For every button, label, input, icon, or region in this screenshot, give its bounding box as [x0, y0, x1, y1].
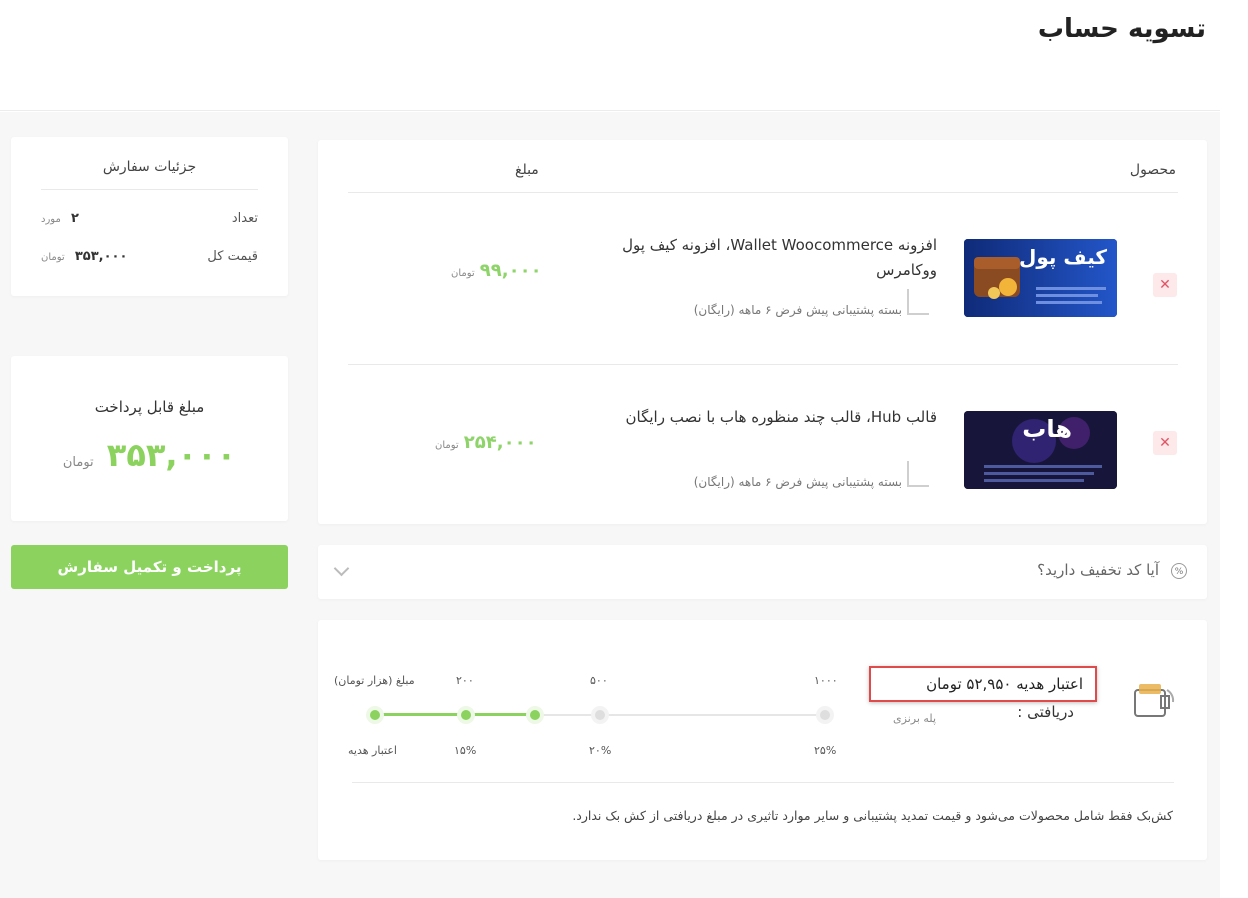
step-percent: ۲۰% — [589, 744, 612, 757]
payable-label: مبلغ قابل پرداخت — [94, 398, 205, 416]
product-price: ۲۵۴,۰۰۰ تومان — [435, 432, 537, 453]
step-amount: ۲۰۰ — [456, 674, 474, 687]
credit-label: اعتبار هدیه — [348, 744, 397, 757]
percent-icon: % — [1171, 563, 1187, 579]
subtitle-arrow-icon — [907, 461, 929, 487]
step-percent: ۲۵% — [814, 744, 837, 757]
product-support-package: بسته پشتیبانی پیش فرض ۶ ماهه (رایگان) — [693, 475, 902, 489]
count-value-group: ۲ مورد — [41, 211, 79, 226]
cashback-tier: پله برنزی — [893, 712, 936, 725]
product-price: ۹۹,۰۰۰ تومان — [451, 260, 542, 281]
progress-fill — [375, 713, 535, 716]
product-thumbnail[interactable]: کیف پول — [964, 239, 1117, 317]
discount-code-toggle[interactable]: % آیا کد تخفیف دارید؟ — [318, 545, 1207, 599]
total-label: قیمت کل — [207, 249, 258, 264]
step-amount: ۱۰۰۰ — [814, 674, 838, 687]
column-header-amount: مبلغ — [515, 162, 539, 178]
progress-current-dot — [530, 710, 540, 720]
summary-title: جزئیات سفارش — [102, 159, 197, 175]
payable-unit: تومان — [62, 455, 94, 470]
cashback-title: اعتبار هدیه ۵۲,۹۵۰ تومان — [926, 675, 1083, 693]
remove-item-button[interactable]: ✕ — [1153, 431, 1177, 455]
chevron-down-icon[interactable] — [333, 560, 350, 577]
price-currency: تومان — [451, 268, 475, 279]
close-icon: ✕ — [1159, 435, 1171, 451]
cart-items-card: محصول مبلغ ✕ کیف پول افزونه Wallet Wooco… — [318, 140, 1207, 524]
step-percent: ۱۵% — [454, 744, 477, 757]
cashback-note: کش‌بک فقط شامل محصولات می‌شود و قیمت تمد… — [572, 808, 1173, 823]
product-thumbnail[interactable]: هاب — [964, 411, 1117, 489]
price-value: ۹۹,۰۰۰ — [479, 260, 542, 281]
progress-step-dot — [820, 710, 830, 720]
payable-amount-card: مبلغ قابل پرداخت ۳۵۳,۰۰۰ تومان — [11, 356, 288, 521]
product-support-package: بسته پشتیبانی پیش فرض ۶ ماهه (رایگان) — [693, 303, 902, 317]
scale-label: مبلغ (هزار تومان) — [334, 674, 415, 687]
wallet-icon — [1134, 684, 1175, 717]
cart-item: ✕ کیف پول افزونه Wallet Woocommerce، افز… — [318, 193, 1207, 365]
progress-start-dot — [370, 710, 380, 720]
product-title[interactable]: قالب Hub، قالب چند منظوره هاب با نصب رای… — [607, 405, 938, 430]
progress-step-dot — [595, 710, 605, 720]
payable-amount-group: ۳۵۳,۰۰۰ تومان — [11, 436, 288, 474]
thumbnail-caption: کیف پول — [1019, 245, 1107, 269]
count-label: تعداد — [231, 211, 258, 226]
count-unit: مورد — [41, 214, 61, 225]
cashback-title-line2: دریافتی : — [1017, 703, 1074, 721]
column-header-product: محصول — [1129, 162, 1176, 178]
page-title: تسویه حساب — [1037, 14, 1206, 44]
subtitle-arrow-icon — [907, 289, 929, 315]
remove-item-button[interactable]: ✕ — [1153, 273, 1177, 297]
summary-divider — [41, 189, 258, 190]
title-divider — [0, 110, 1220, 111]
discount-label: آیا کد تخفیف دارید؟ — [1037, 561, 1159, 579]
payable-amount: ۳۵۳,۰۰۰ — [106, 436, 237, 474]
cart-item: ✕ هاب قالب Hub، قالب چند منظوره هاب با ن… — [318, 365, 1207, 524]
cashback-card: اعتبار هدیه ۵۲,۹۵۰ تومان دریافتی : پله ب… — [318, 620, 1207, 860]
thumbnail-caption: هاب — [1022, 415, 1072, 443]
price-value: ۲۵۴,۰۰۰ — [463, 432, 537, 453]
order-summary-card: جزئیات سفارش تعداد ۲ مورد قیمت کل ۳۵۳,۰۰… — [11, 137, 288, 296]
total-unit: تومان — [41, 252, 65, 263]
total-value: ۳۵۳,۰۰۰ — [74, 249, 128, 264]
count-value: ۲ — [70, 211, 79, 226]
step-amount: ۵۰۰ — [590, 674, 608, 687]
product-title[interactable]: افزونه Wallet Woocommerce، افزونه کیف پو… — [607, 233, 937, 283]
price-currency: تومان — [435, 440, 459, 451]
cashback-highlight-box: اعتبار هدیه ۵۲,۹۵۰ تومان — [869, 666, 1097, 702]
cashback-divider — [352, 782, 1174, 783]
checkout-button[interactable]: پرداخت و تکمیل سفارش — [11, 545, 288, 589]
progress-step-dot — [461, 710, 471, 720]
total-value-group: ۳۵۳,۰۰۰ تومان — [41, 249, 127, 264]
close-icon: ✕ — [1159, 277, 1171, 293]
